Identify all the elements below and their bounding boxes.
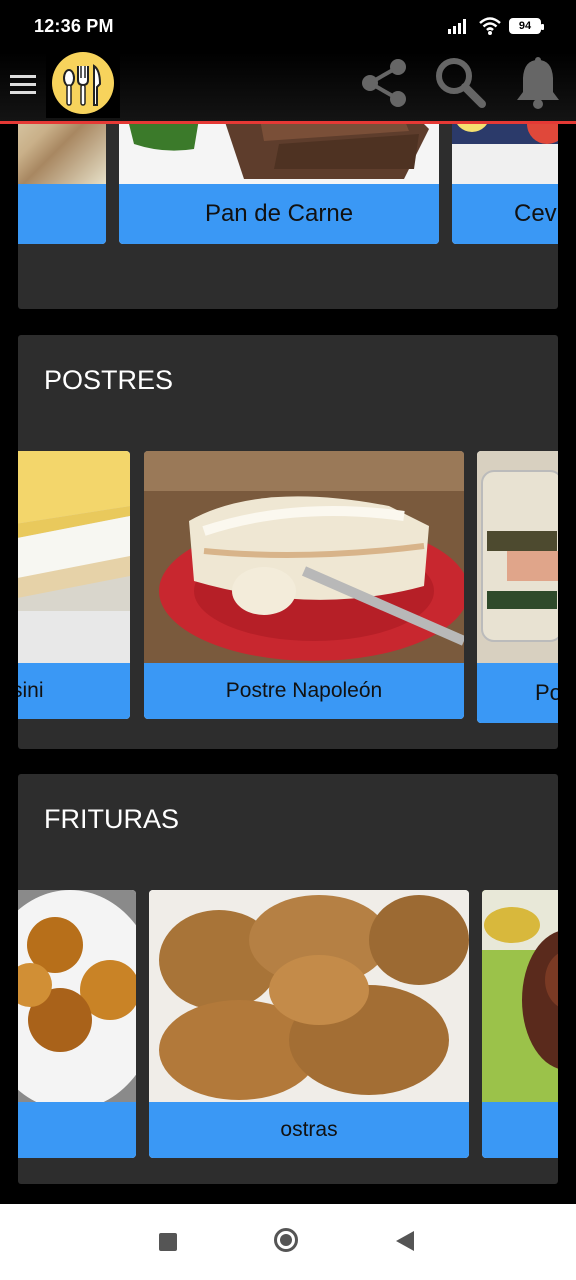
recipe-image [144, 451, 464, 663]
recipe-card[interactable]: Cev [452, 124, 558, 244]
section-title: FRITURAS [44, 804, 179, 834]
recipe-title: Po [477, 663, 558, 723]
recipe-title [482, 1102, 558, 1158]
recipe-title [18, 184, 106, 244]
recipe-image [477, 451, 558, 663]
recipe-card[interactable] [482, 890, 558, 1158]
recipe-image [119, 124, 439, 184]
section-title: POSTRES [44, 365, 174, 395]
share-icon[interactable] [356, 54, 414, 112]
content-scroll[interactable]: Pan de Carne Cev POSTRES ini Postre Napo… [0, 124, 576, 1204]
recipe-title: Cev [452, 184, 558, 244]
app-logo[interactable] [46, 52, 120, 118]
home-icon[interactable] [274, 1228, 298, 1252]
recipe-title: ostras [149, 1102, 469, 1158]
recipe-image [149, 890, 469, 1102]
recents-icon[interactable] [159, 1233, 177, 1251]
recipe-image [18, 890, 136, 1110]
recipe-card[interactable]: Postre Napoleón [144, 451, 464, 719]
search-icon[interactable] [432, 54, 490, 112]
recipe-card[interactable] [18, 890, 136, 1158]
recipe-title [18, 1102, 136, 1158]
recipe-image [18, 451, 130, 663]
section-frituras: FRITURAS ostras [18, 774, 558, 1184]
recipe-card[interactable]: ostras [149, 890, 469, 1158]
recipe-card[interactable] [18, 124, 106, 244]
battery-level: 94 [511, 20, 539, 32]
recipe-card[interactable]: Po [477, 451, 558, 723]
signal-icon [448, 19, 466, 34]
battery-icon: 94 [509, 18, 544, 34]
back-icon[interactable] [396, 1231, 414, 1251]
section-postres: POSTRES sini [18, 335, 558, 749]
recipe-title: Postre Napoleón [144, 663, 464, 719]
recipe-image [18, 124, 106, 184]
recipe-title: Pan de Carne [119, 184, 439, 244]
status-time: 12:36 PM [34, 16, 114, 36]
recipe-image [482, 890, 558, 1102]
wifi-icon [479, 17, 501, 35]
recipe-title: sini [18, 663, 130, 719]
system-nav-bar [0, 1204, 576, 1280]
menu-icon[interactable] [10, 70, 36, 104]
app-toolbar [0, 52, 576, 124]
recipe-image [452, 124, 558, 192]
recipe-card[interactable]: sini [18, 451, 130, 719]
section-carnes: Pan de Carne Cev [18, 124, 558, 309]
recipe-card[interactable]: Pan de Carne [119, 124, 439, 244]
status-bar: 12:36 PM 94 [0, 0, 576, 52]
bell-icon[interactable] [510, 54, 566, 112]
